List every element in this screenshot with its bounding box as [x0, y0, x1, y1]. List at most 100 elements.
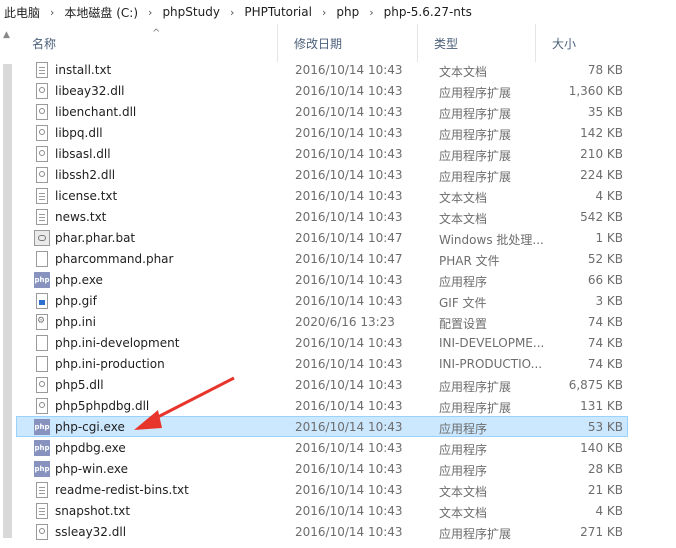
file-size: 28 KB — [587, 462, 623, 476]
file-date: 2016/10/14 10:43 — [295, 210, 403, 224]
text-file-icon — [36, 62, 48, 78]
file-size: 6,875 KB — [568, 378, 623, 392]
file-date: 2016/10/14 10:43 — [295, 63, 403, 77]
dll-file-icon — [36, 377, 48, 393]
file-type: 应用程序扩展 — [439, 401, 512, 415]
file-date: 2020/6/16 13:23 — [295, 315, 395, 329]
file-name: php.exe — [55, 273, 103, 287]
file-date: 2016/10/14 10:43 — [295, 168, 403, 182]
table-row[interactable]: news.txt 2016/10/14 10:43 文本文档 542 KB — [16, 206, 628, 227]
dll-file-icon — [36, 398, 48, 414]
file-name: php.gif — [55, 294, 97, 308]
file-size: 53 KB — [587, 420, 623, 434]
file-name: ssleay32.dll — [55, 525, 127, 539]
dll-file-icon — [36, 104, 48, 120]
blank-file-icon — [36, 251, 48, 267]
file-name: news.txt — [55, 210, 107, 224]
table-row[interactable]: php5phpdbg.dll 2016/10/14 10:43 应用程序扩展 131 … — [16, 395, 628, 416]
file-type: 应用程序 — [439, 275, 488, 289]
table-row[interactable]: php.ini 2020/6/16 13:23 配置设置 74 KB — [16, 311, 628, 332]
file-type: 应用程序 — [439, 443, 488, 457]
breadcrumb-item[interactable]: phpStudy — [158, 5, 224, 19]
table-row[interactable]: php.ini-development 2016/10/14 10:43 INI-D… — [16, 332, 628, 353]
scroll-up-icon[interactable]: ▲ — [3, 30, 10, 40]
blank-file-icon — [36, 335, 48, 351]
table-row[interactable]: libssh2.dll 2016/10/14 10:43 应用程序扩展 224 KB — [16, 164, 628, 185]
file-size: 4 KB — [595, 504, 623, 518]
file-type: 应用程序扩展 — [439, 128, 512, 142]
table-row[interactable]: php5.dll 2016/10/14 10:43 应用程序扩展 6,875 KB — [16, 374, 628, 395]
breadcrumb-item[interactable]: php — [332, 5, 363, 19]
table-row[interactable]: libeay32.dll 2016/10/14 10:43 应用程序扩展 1,360 … — [16, 80, 628, 101]
file-date: 2016/10/14 10:43 — [295, 273, 403, 287]
batch-file-icon — [34, 230, 50, 246]
breadcrumb-separator-icon[interactable]: › — [142, 6, 158, 19]
file-type: 文本文档 — [439, 191, 488, 205]
column-header-type[interactable]: 类型 — [418, 24, 536, 62]
breadcrumb-item[interactable]: php-5.6.27-nts — [380, 5, 476, 19]
breadcrumb-separator-icon[interactable]: › — [363, 6, 379, 19]
text-file-icon — [36, 503, 48, 519]
column-header: ^ 名称 修改日期 类型 大小 — [16, 24, 676, 62]
file-size: 74 KB — [587, 357, 623, 371]
column-header-name[interactable]: 名称 — [16, 24, 278, 62]
file-size: 3 KB — [595, 294, 623, 308]
file-size: 1,360 KB — [568, 84, 623, 98]
breadcrumb-item[interactable]: PHPTutorial — [240, 5, 316, 19]
file-name: libpq.dll — [55, 126, 103, 140]
breadcrumb-item[interactable]: 本地磁盘 (C:) — [60, 4, 142, 21]
table-row[interactable]: snapshot.txt 2016/10/14 10:43 文本文档 4 KB — [16, 500, 628, 521]
file-size: 142 KB — [580, 126, 623, 140]
php-exe-icon: php — [34, 419, 50, 435]
file-type: INI-DEVELOPME... — [439, 336, 545, 350]
breadcrumb-separator-icon[interactable]: › — [316, 6, 332, 19]
table-row[interactable]: libpq.dll 2016/10/14 10:43 应用程序扩展 142 KB — [16, 122, 628, 143]
table-row-selected[interactable]: php php-cgi.exe 2016/10/14 10:43 应用程序 53 KB — [16, 416, 628, 437]
table-row[interactable]: libenchant.dll 2016/10/14 10:43 应用程序扩展 35 K… — [16, 101, 628, 122]
file-size: 74 KB — [587, 315, 623, 329]
table-row[interactable]: install.txt 2016/10/14 10:43 文本文档 78 KB — [16, 59, 628, 80]
file-name: php.ini-production — [55, 357, 165, 371]
file-type: 配置设置 — [439, 317, 488, 331]
table-row[interactable]: readme-redist-bins.txt 2016/10/14 10:43 文本… — [16, 479, 628, 500]
breadcrumb: 此电脑 › 本地磁盘 (C:) › phpStudy › PHPTutorial › php › p… — [0, 0, 676, 24]
php-exe-icon: php — [34, 461, 50, 477]
file-type: 应用程序 — [439, 422, 488, 436]
file-type: 应用程序 — [439, 464, 488, 478]
breadcrumb-item[interactable]: 此电脑 — [0, 4, 44, 21]
table-row[interactable]: php.gif 2016/10/14 10:43 GIF 文件 3 KB — [16, 290, 628, 311]
file-date: 2016/10/14 10:43 — [295, 105, 403, 119]
file-type: 应用程序扩展 — [439, 107, 512, 121]
table-row[interactable]: php.ini-production 2016/10/14 10:43 INI-PR… — [16, 353, 628, 374]
file-type: 应用程序扩展 — [439, 527, 512, 541]
table-row[interactable]: php php.exe 2016/10/14 10:43 应用程序 66 KB — [16, 269, 628, 290]
table-row[interactable]: libsasl.dll 2016/10/14 10:43 应用程序扩展 210 KB — [16, 143, 628, 164]
column-header-size[interactable]: 大小 — [536, 24, 634, 62]
scrollbar-thumb[interactable] — [3, 64, 12, 538]
table-row[interactable]: pharcommand.phar 2016/10/14 10:47 PHAR 文件 5… — [16, 248, 628, 269]
file-date: 2016/10/14 10:43 — [295, 294, 403, 308]
file-date: 2016/10/14 10:43 — [295, 441, 403, 455]
file-name: php.ini-development — [55, 336, 180, 350]
file-size: 4 KB — [595, 189, 623, 203]
file-size: 131 KB — [580, 399, 623, 413]
file-type: 应用程序扩展 — [439, 86, 512, 100]
vertical-scrollbar[interactable]: ▲ — [0, 24, 16, 548]
file-type: 应用程序扩展 — [439, 170, 512, 184]
breadcrumb-separator-icon[interactable]: › — [44, 6, 60, 19]
file-size: 21 KB — [587, 483, 623, 497]
file-date: 2016/10/14 10:43 — [295, 357, 403, 371]
table-row[interactable]: php phpdbg.exe 2016/10/14 10:43 应用程序 140 KB — [16, 437, 628, 458]
file-date: 2016/10/14 10:43 — [295, 462, 403, 476]
breadcrumb-separator-icon[interactable]: › — [224, 6, 240, 19]
file-size: 74 KB — [587, 336, 623, 350]
table-row[interactable]: phar.phar.bat 2016/10/14 10:47 Windows 批处理… — [16, 227, 628, 248]
table-row[interactable]: license.txt 2016/10/14 10:43 文本文档 4 KB — [16, 185, 628, 206]
file-date: 2016/10/14 10:43 — [295, 420, 403, 434]
file-date: 2016/10/14 10:43 — [295, 378, 403, 392]
column-header-date[interactable]: 修改日期 — [278, 24, 418, 62]
table-row[interactable]: ssleay32.dll 2016/10/14 10:43 应用程序扩展 271 KB — [16, 521, 628, 542]
table-row[interactable]: php php-win.exe 2016/10/14 10:43 应用程序 28 KB — [16, 458, 628, 479]
dll-file-icon — [36, 125, 48, 141]
file-name: php5.dll — [55, 378, 104, 392]
